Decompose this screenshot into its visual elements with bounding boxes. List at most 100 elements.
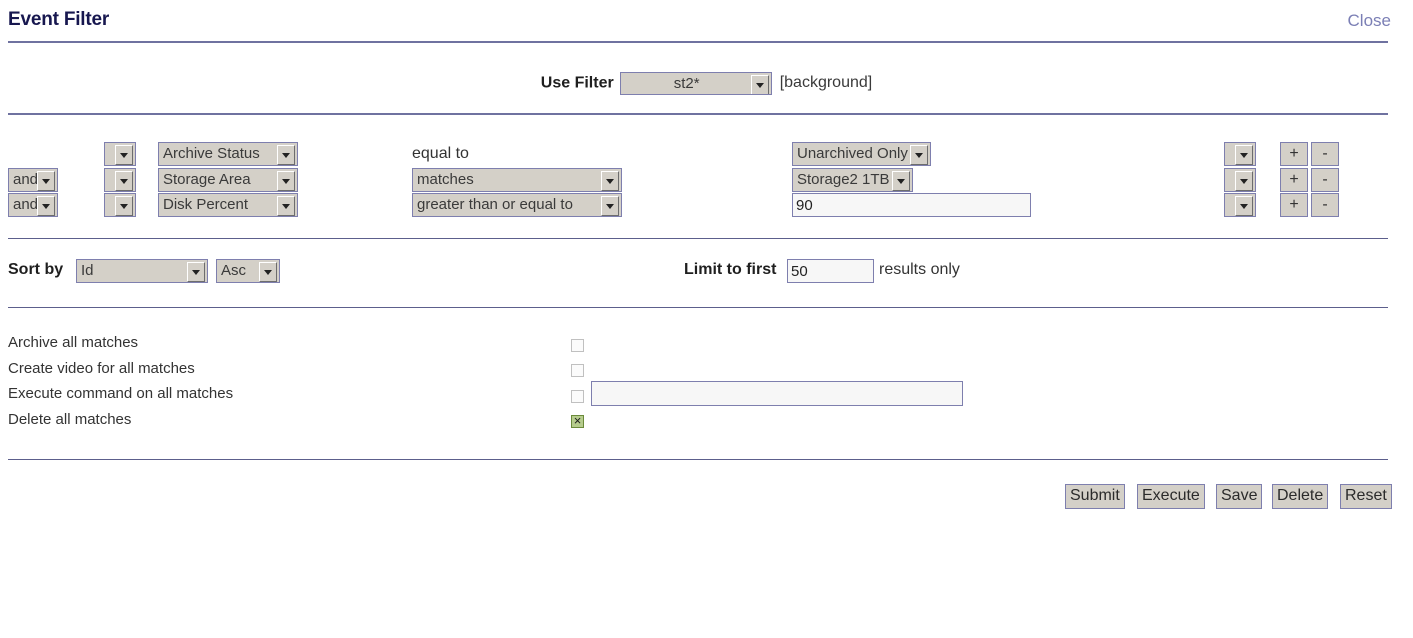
condition-open-paren-2 xyxy=(104,167,136,192)
action-label: Archive all matches xyxy=(8,334,139,351)
limit-input-wrap xyxy=(787,259,874,283)
condition-value-3 xyxy=(792,193,1031,217)
use-filter-select[interactable]: st2* xyxy=(619,72,772,95)
use-filter-label: Use Filter xyxy=(540,74,614,92)
footer-buttons: Submit Execute Save Delete Reset xyxy=(0,484,1413,514)
condition-operator-1: equal to xyxy=(412,142,469,166)
limit-label: Limit to first xyxy=(684,261,777,278)
save-button-wrap: Save xyxy=(1216,484,1263,509)
add-condition-button-1[interactable]: + xyxy=(1280,142,1308,166)
open-paren-select[interactable] xyxy=(104,167,136,192)
open-paren-select[interactable] xyxy=(104,193,136,217)
operator-select-value: matches xyxy=(417,170,474,188)
limit-input[interactable] xyxy=(787,259,874,283)
add-condition-label: + xyxy=(1280,142,1308,166)
condition-operator-3: greater than or equal to xyxy=(412,193,622,217)
actions-list: Archive all matches Create video for all… xyxy=(0,332,1413,434)
reset-button-wrap: Reset xyxy=(1340,484,1392,509)
remove-condition-button-2[interactable]: - xyxy=(1311,167,1339,192)
add-condition-button-3[interactable]: + xyxy=(1280,193,1308,217)
sort-field-wrap: Id xyxy=(76,259,208,283)
value-select-value: Unarchived Only xyxy=(797,145,908,162)
condition-conjunction-3: and xyxy=(8,193,58,217)
close-paren-select[interactable] xyxy=(1224,142,1256,166)
background-note: [background] xyxy=(779,74,873,92)
close-paren-select[interactable] xyxy=(1224,193,1256,217)
condition-row: and Disk Percent greater than or equal t… xyxy=(0,193,1413,219)
value-select[interactable]: Storage2 1TB xyxy=(792,167,913,192)
conjunction-select[interactable]: and xyxy=(8,193,58,217)
archive-all-checkbox-wrap xyxy=(571,336,584,353)
conjunction-select-value: and xyxy=(13,170,39,188)
close-link[interactable]: Close xyxy=(1348,11,1391,31)
value-select[interactable]: Unarchived Only xyxy=(792,142,931,166)
execute-button[interactable]: Execute xyxy=(1137,484,1205,509)
save-button[interactable]: Save xyxy=(1216,484,1263,509)
sort-direction-select[interactable]: Asc xyxy=(216,259,280,283)
operator-select[interactable]: greater than or equal to xyxy=(412,193,622,217)
chevron-down-icon xyxy=(601,170,619,191)
field-select[interactable]: Storage Area xyxy=(158,167,298,192)
use-filter-select-value: st2* xyxy=(673,75,700,92)
field-select-value: Storage Area xyxy=(163,170,251,188)
submit-button[interactable]: Submit xyxy=(1065,484,1125,509)
condition-open-paren-3 xyxy=(104,193,136,217)
reset-button[interactable]: Reset xyxy=(1340,484,1392,509)
value-input[interactable] xyxy=(792,193,1031,217)
action-row-create-video: Create video for all matches xyxy=(0,358,1413,384)
open-paren-select[interactable] xyxy=(104,142,136,166)
remove-condition-label: - xyxy=(1311,142,1339,166)
condition-field-3: Disk Percent xyxy=(158,193,298,217)
action-row-delete: Delete all matches xyxy=(0,409,1413,435)
condition-close-paren-3 xyxy=(1224,193,1256,217)
execute-command-input[interactable] xyxy=(591,381,963,406)
chevron-down-icon xyxy=(277,196,295,216)
remove-condition-button-1[interactable]: - xyxy=(1311,142,1339,166)
close-paren-select[interactable] xyxy=(1224,167,1256,192)
remove-condition-label: - xyxy=(1311,167,1339,192)
chevron-down-icon xyxy=(1235,145,1253,165)
results-only-label: results only xyxy=(879,261,960,278)
chevron-down-icon xyxy=(1235,196,1253,216)
chevron-down-icon xyxy=(259,262,277,282)
remove-condition-button-3[interactable]: - xyxy=(1311,193,1339,217)
operator-select[interactable]: matches xyxy=(412,167,622,192)
divider-use-filter xyxy=(8,113,1388,115)
add-condition-button-2[interactable]: + xyxy=(1280,167,1308,192)
sort-direction-wrap: Asc xyxy=(216,259,280,283)
field-select-value: Archive Status xyxy=(163,145,260,162)
conjunction-select-value: and xyxy=(13,196,39,213)
action-label: Delete all matches xyxy=(8,410,132,428)
execute-command-input-wrap xyxy=(591,381,963,406)
action-label: Execute command on all matches xyxy=(8,385,234,402)
condition-open-paren-1 xyxy=(104,142,136,166)
divider-sort xyxy=(8,307,1388,308)
execute-button-wrap: Execute xyxy=(1137,484,1205,509)
delete-button[interactable]: Delete xyxy=(1272,484,1329,509)
archive-all-checkbox[interactable] xyxy=(571,338,584,352)
chevron-down-icon xyxy=(187,262,205,282)
conjunction-select[interactable]: and xyxy=(8,167,58,192)
chevron-down-icon xyxy=(909,145,928,165)
delete-all-checkbox[interactable] xyxy=(571,412,584,429)
field-select[interactable]: Archive Status xyxy=(158,142,298,166)
operator-select-value: greater than or equal to xyxy=(417,196,573,213)
submit-button-wrap: Submit xyxy=(1065,484,1125,509)
chevron-down-icon xyxy=(601,196,619,216)
remove-condition-label: - xyxy=(1311,193,1339,217)
divider-conditions xyxy=(8,238,1388,239)
execute-command-checkbox[interactable] xyxy=(571,389,584,403)
add-condition-label: + xyxy=(1280,167,1308,192)
condition-operator-2: matches xyxy=(412,167,622,192)
chevron-down-icon xyxy=(891,170,910,191)
event-filter-page: Event Filter Close Use Filter st2* [backgr… xyxy=(0,0,1413,638)
condition-close-paren-2 xyxy=(1224,167,1256,192)
chevron-down-icon xyxy=(115,145,133,165)
create-video-checkbox[interactable] xyxy=(571,364,584,378)
field-select[interactable]: Disk Percent xyxy=(158,193,298,217)
sort-by-label: Sort by xyxy=(8,261,64,278)
sort-field-select-value: Id xyxy=(81,262,94,279)
sort-field-select[interactable]: Id xyxy=(76,259,208,283)
chevron-down-icon xyxy=(115,170,133,191)
chevron-down-icon xyxy=(115,196,133,216)
